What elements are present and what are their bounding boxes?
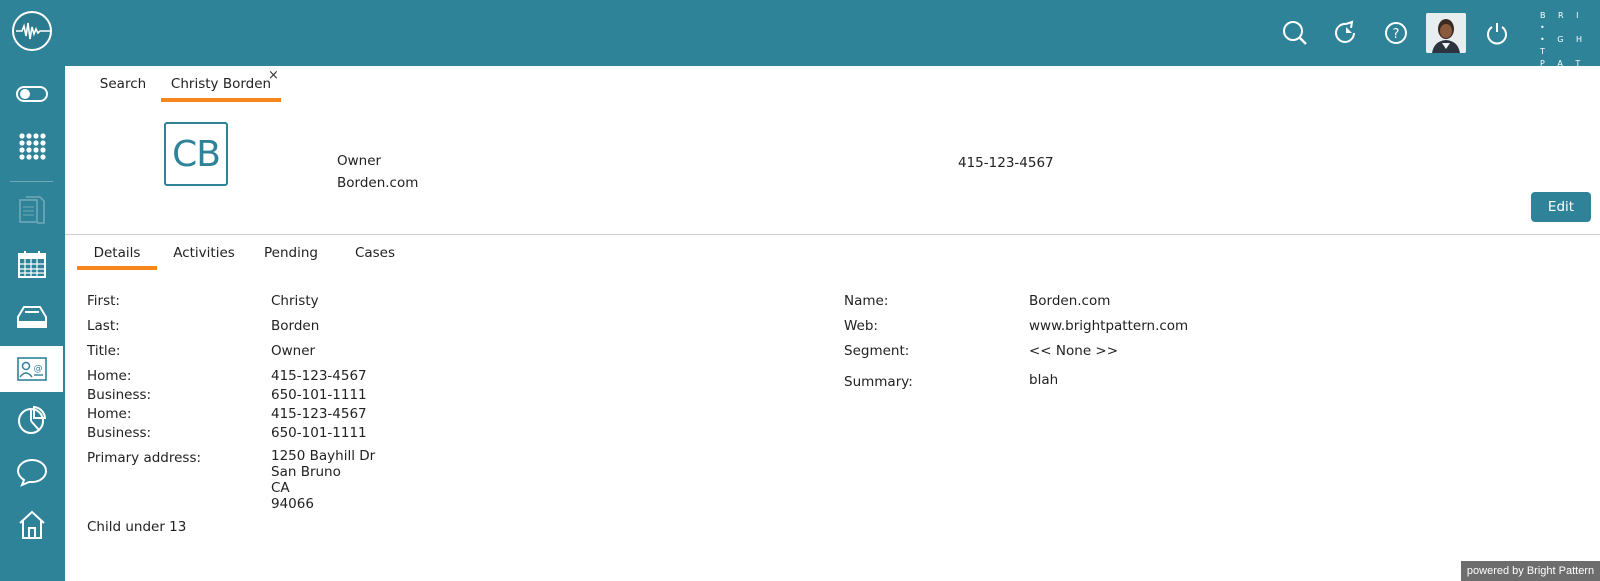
sidebar-item-calendar[interactable] xyxy=(0,241,63,287)
sidebar: @ xyxy=(0,66,65,581)
title-value: Owner xyxy=(271,343,316,359)
svg-text:@: @ xyxy=(33,364,42,374)
tab-contact-label: Christy Borden xyxy=(170,76,272,92)
web-value[interactable]: www.brightpattern.com xyxy=(1029,318,1188,334)
contact-tabs: Search Christy Borden × xyxy=(65,66,1600,102)
toggle-icon xyxy=(15,86,48,102)
tab-details[interactable]: Details xyxy=(77,236,157,270)
contact-title: Owner xyxy=(337,153,382,169)
dialpad-icon xyxy=(18,133,46,160)
avatar[interactable] xyxy=(1426,13,1466,53)
address-line: San Bruno xyxy=(271,464,341,480)
business-phone-label-2: Business: xyxy=(87,425,152,441)
contact-phone[interactable]: 415-123-4567 xyxy=(958,155,1054,171)
contact-initials-avatar: CB xyxy=(164,122,228,186)
summary-label: Summary: xyxy=(844,374,913,390)
contacts-icon: @ xyxy=(16,357,47,381)
pie-chart-icon xyxy=(17,405,46,434)
first-name-label: First: xyxy=(87,293,120,309)
sidebar-divider xyxy=(10,181,53,182)
edit-button[interactable]: Edit xyxy=(1531,192,1591,222)
title-label: Title: xyxy=(87,343,121,359)
home-icon xyxy=(18,510,45,539)
refresh-icon[interactable] xyxy=(1332,19,1360,47)
segment-label: Segment: xyxy=(844,343,910,359)
segment-value: << None >> xyxy=(1029,343,1119,359)
top-bar: ? B R I • • G H T P A T • T E R N xyxy=(0,0,1600,104)
sidebar-item-dialpad[interactable] xyxy=(0,123,63,169)
search-icon[interactable] xyxy=(1281,19,1309,47)
web-label: Web: xyxy=(844,318,878,334)
last-name-label: Last: xyxy=(87,318,120,334)
svg-text:?: ? xyxy=(1393,27,1400,42)
home-phone-value-2[interactable]: 415-123-4567 xyxy=(271,406,367,422)
business-phone-label: Business: xyxy=(87,387,152,403)
sidebar-item-documents[interactable] xyxy=(0,188,63,234)
chat-bubble-icon xyxy=(16,458,47,487)
sidebar-item-status-toggle[interactable] xyxy=(0,71,63,117)
last-name-value: Borden xyxy=(271,318,320,334)
logo-waveform-icon[interactable] xyxy=(12,11,52,51)
child-under-13-label: Child under 13 xyxy=(87,519,187,535)
address-line: 94066 xyxy=(271,496,314,512)
primary-address-label: Primary address: xyxy=(87,450,202,466)
business-phone-value-2[interactable]: 650-101-1111 xyxy=(271,425,367,441)
brand-line: • G H T xyxy=(1540,35,1588,56)
sidebar-item-contacts[interactable]: @ xyxy=(0,346,63,392)
powered-by-badge: powered by Bright Pattern xyxy=(1461,561,1600,581)
business-phone-value[interactable]: 650-101-1111 xyxy=(271,387,367,403)
tab-search-label: Search xyxy=(99,76,147,92)
company-name-value: Borden.com xyxy=(1029,293,1111,309)
contact-company: Borden.com xyxy=(337,175,419,191)
address-line: CA xyxy=(271,480,290,496)
sidebar-item-reports[interactable] xyxy=(0,397,63,443)
close-icon[interactable]: × xyxy=(268,68,279,83)
company-name-label: Name: xyxy=(844,293,889,309)
calendar-icon xyxy=(17,251,46,278)
tab-search[interactable]: Search xyxy=(83,66,163,102)
help-icon[interactable]: ? xyxy=(1382,19,1410,47)
home-phone-value[interactable]: 415-123-4567 xyxy=(271,368,367,384)
sidebar-item-chat[interactable] xyxy=(0,449,63,495)
first-name-value: Christy xyxy=(271,293,319,309)
address-line: 1250 Bayhill Dr xyxy=(271,448,376,464)
documents-icon xyxy=(18,196,45,224)
summary-value: blah xyxy=(1029,372,1059,388)
tab-pending[interactable]: Pending xyxy=(260,236,322,270)
home-phone-label-2: Home: xyxy=(87,406,132,422)
power-icon[interactable] xyxy=(1483,19,1511,47)
home-phone-label: Home: xyxy=(87,368,132,384)
inbox-tray-icon xyxy=(16,306,47,328)
sidebar-item-home[interactable] xyxy=(0,502,63,548)
divider xyxy=(65,234,1600,235)
sidebar-item-inbox[interactable] xyxy=(0,294,63,340)
tab-christy-borden[interactable]: Christy Borden xyxy=(161,66,281,102)
brand-line: B R I • xyxy=(1540,11,1584,32)
tab-activities[interactable]: Activities xyxy=(168,236,240,270)
tab-cases[interactable]: Cases xyxy=(350,236,400,270)
